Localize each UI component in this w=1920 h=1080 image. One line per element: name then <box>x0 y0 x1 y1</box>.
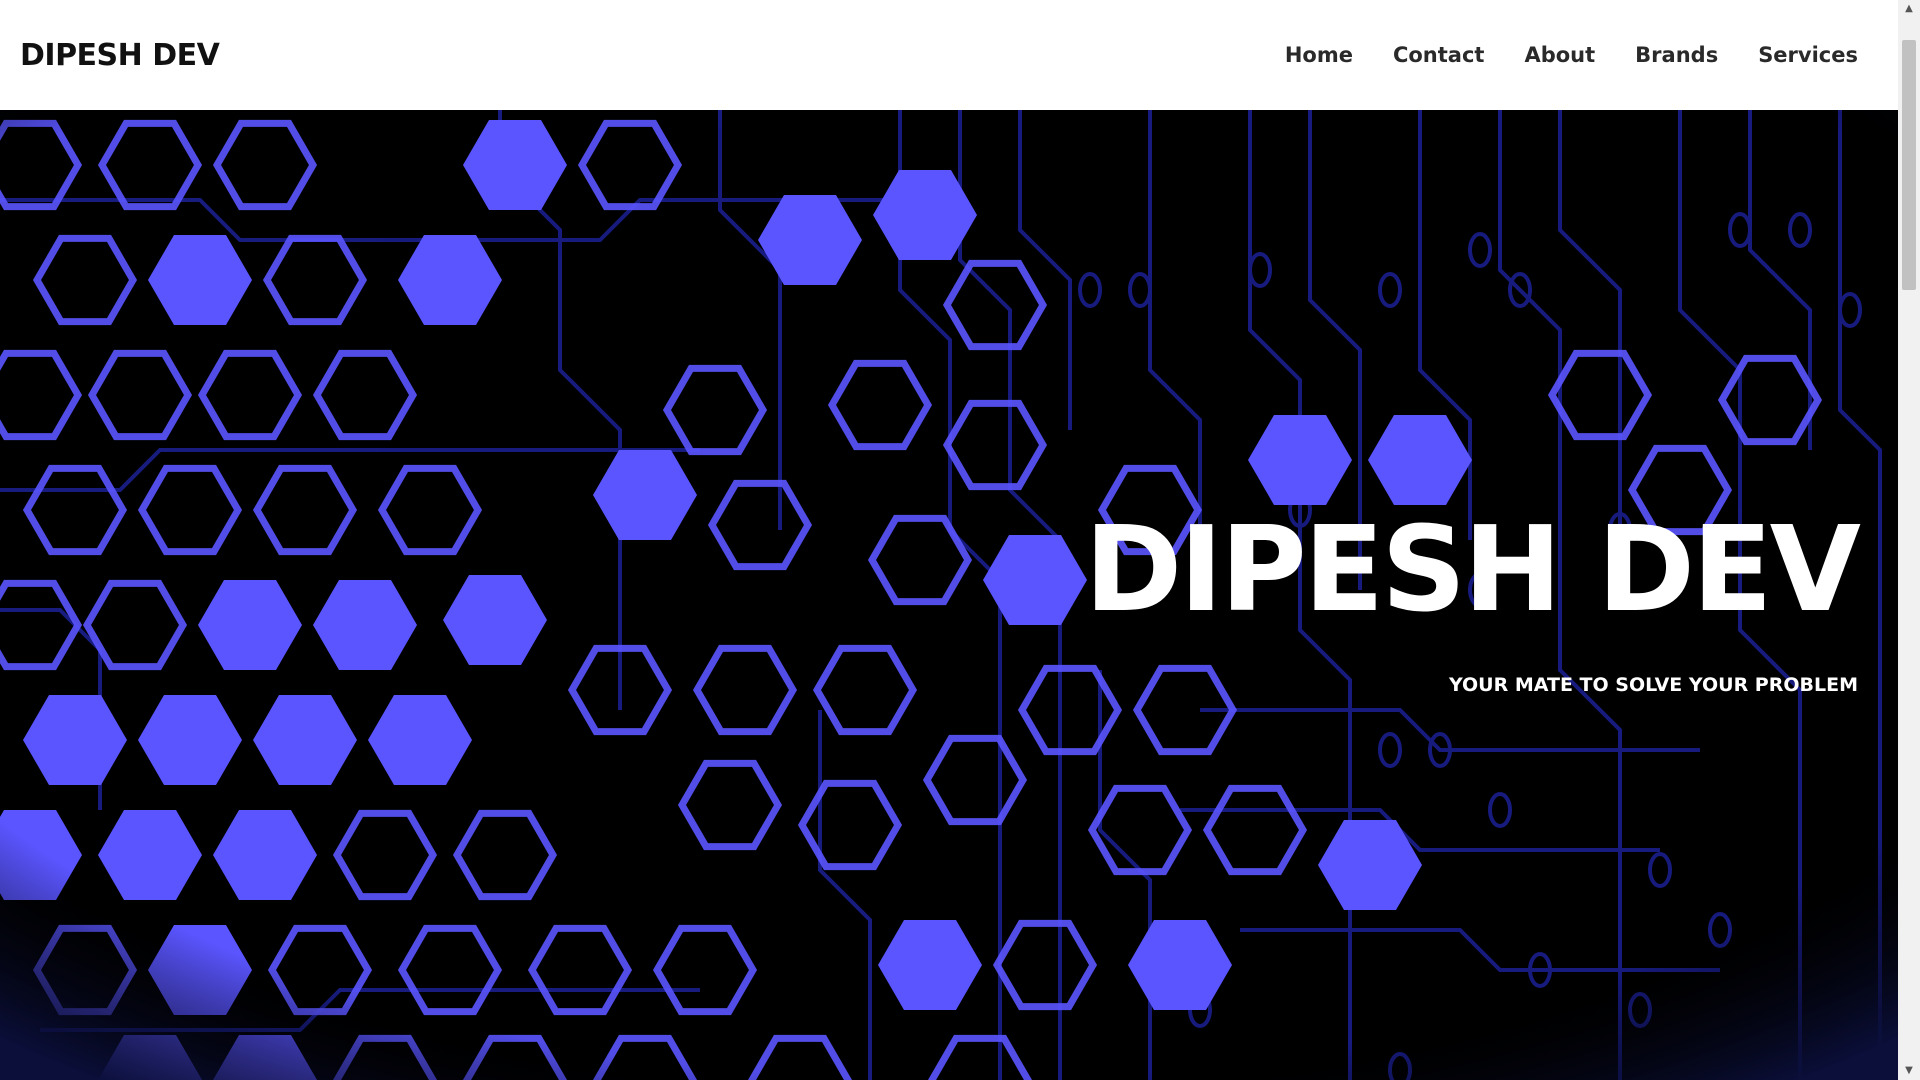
nav-about-link[interactable]: About <box>1524 43 1595 67</box>
nav-home-link[interactable]: Home <box>1285 43 1353 67</box>
vertical-scrollbar[interactable]: ▲ ▼ <box>1898 0 1920 1080</box>
hero-section: DIPESH DEV YOUR MATE TO SOLVE YOUR PROBL… <box>0 110 1898 1080</box>
scroll-down-icon[interactable]: ▼ <box>1898 1062 1920 1080</box>
brand-logo[interactable]: DIPESH DEV <box>20 38 220 73</box>
navbar: DIPESH DEV Home Contact About Brands Ser… <box>0 0 1898 110</box>
hero-subtitle: YOUR MATE TO SOLVE YOUR PROBLEM <box>1448 674 1858 696</box>
nav-menu: Home Contact About Brands Services <box>1285 43 1858 67</box>
hero-text: DIPESH DEV YOUR MATE TO SOLVE YOUR PROBL… <box>1084 500 1861 696</box>
page: DIPESH DEV Home Contact About Brands Ser… <box>0 0 1920 1080</box>
nav-brands-link[interactable]: Brands <box>1635 43 1718 67</box>
scroll-thumb[interactable] <box>1902 40 1916 290</box>
nav-contact-link[interactable]: Contact <box>1393 43 1485 67</box>
nav-services-link[interactable]: Services <box>1758 43 1858 67</box>
hero-title: DIPESH DEV <box>1084 500 1861 638</box>
scroll-up-icon[interactable]: ▲ <box>1898 0 1920 18</box>
